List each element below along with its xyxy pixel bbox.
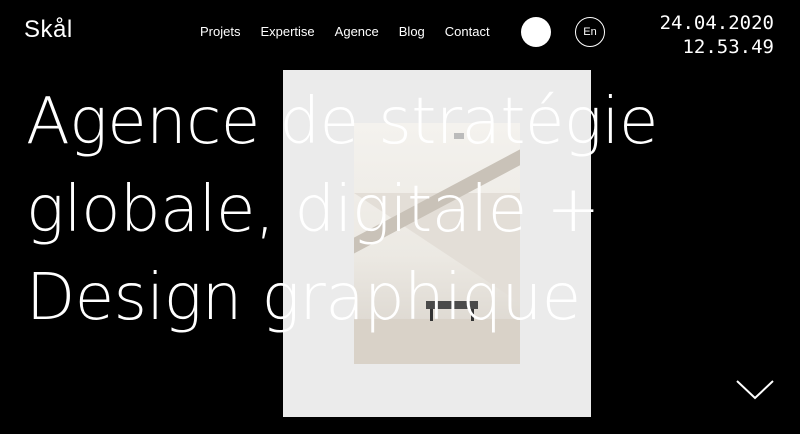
theme-toggle-button[interactable] [521,17,551,47]
hero-headline-line: globale, digitale + [26,173,600,247]
nav-item-agence[interactable]: Agence [335,24,379,39]
logo[interactable]: Skål [24,16,73,44]
chevron-down-icon[interactable] [735,378,775,402]
hero-headline-line: Agence de stratégie [26,85,658,159]
nav-item-projets[interactable]: Projets [200,24,240,39]
language-switch-button[interactable]: En [575,17,605,47]
clock-date: 24.04.2020 [659,12,774,34]
clock-time: 12.53.49 [682,36,774,58]
nav-item-expertise[interactable]: Expertise [260,24,314,39]
nav-item-blog[interactable]: Blog [399,24,425,39]
hero-headline-line: Design graphique [26,261,581,335]
hero-headline: Agence de stratégie globale, digitale + … [26,78,658,342]
nav-item-contact[interactable]: Contact [445,24,490,39]
main-nav: Projets Expertise Agence Blog Contact [200,24,490,39]
clock: 24.04.2020 12.53.49 [660,11,774,59]
